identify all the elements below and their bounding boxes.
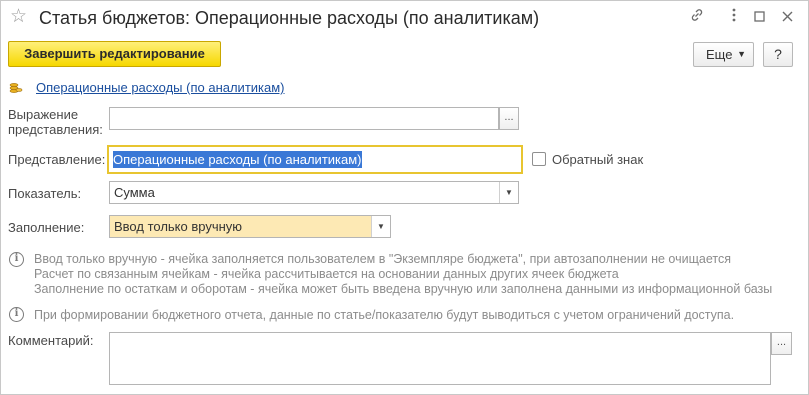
finish-editing-button[interactable]: Завершить редактирование [8,41,221,67]
comment-label: Комментарий: [8,333,94,348]
more-button-label: Еще [706,47,733,62]
info-line: Расчет по связанным ячейкам - ячейка рас… [34,267,619,281]
dropdown-arrow-icon[interactable]: ▼ [499,182,518,203]
maximize-icon[interactable] [750,8,768,26]
info-icon: i [9,252,24,267]
coins-icon [9,82,23,94]
close-icon[interactable] [778,8,796,26]
object-link[interactable]: Операционные расходы (по аналитикам) [36,80,285,95]
info-icon: i [9,307,24,322]
representation-input[interactable]: Операционные расходы (по аналитикам) [107,145,523,174]
title-bar: ☆ Статья бюджетов: Операционные расходы … [1,1,808,35]
indicator-value: Сумма [114,185,155,200]
comment-textarea[interactable] [109,332,771,385]
more-vertical-icon[interactable] [725,8,743,26]
info-line: Заполнение по остаткам и оборотам - ячей… [34,282,773,296]
window-title: Статья бюджетов: Операционные расходы (п… [39,8,540,28]
representation-label: Представление: [8,152,106,167]
dropdown-arrow-icon[interactable]: ▼ [371,216,390,237]
expression-input[interactable] [109,107,499,130]
filling-select[interactable]: Ввод только вручную ▼ [109,215,391,238]
indicator-label: Показатель: [8,186,82,201]
indicator-select[interactable]: Сумма ▼ [109,181,519,204]
filling-label: Заполнение: [8,220,85,235]
comment-open-button[interactable]: ... [771,332,792,355]
form-window: ☆ Статья бюджетов: Операционные расходы … [0,0,809,395]
filling-value: Ввод только вручную [114,219,243,234]
more-button[interactable]: Еще ▼ [693,42,754,67]
reverse-sign-label[interactable]: Обратный знак [552,152,643,167]
expression-label-line1: Выражение [8,107,79,122]
expression-select-button[interactable]: ... [499,107,519,130]
representation-value: Операционные расходы (по аналитикам) [113,151,362,168]
expression-label-line2: представления: [8,122,103,137]
help-button[interactable]: ? [763,42,793,67]
access-note: При формировании бюджетного отчета, данн… [34,308,735,322]
link-icon[interactable] [688,8,706,26]
chevron-down-icon: ▼ [737,49,746,59]
reverse-sign-checkbox[interactable] [532,152,546,166]
info-line: Ввод только вручную - ячейка заполняется… [34,252,731,266]
star-icon[interactable]: ☆ [10,7,27,27]
